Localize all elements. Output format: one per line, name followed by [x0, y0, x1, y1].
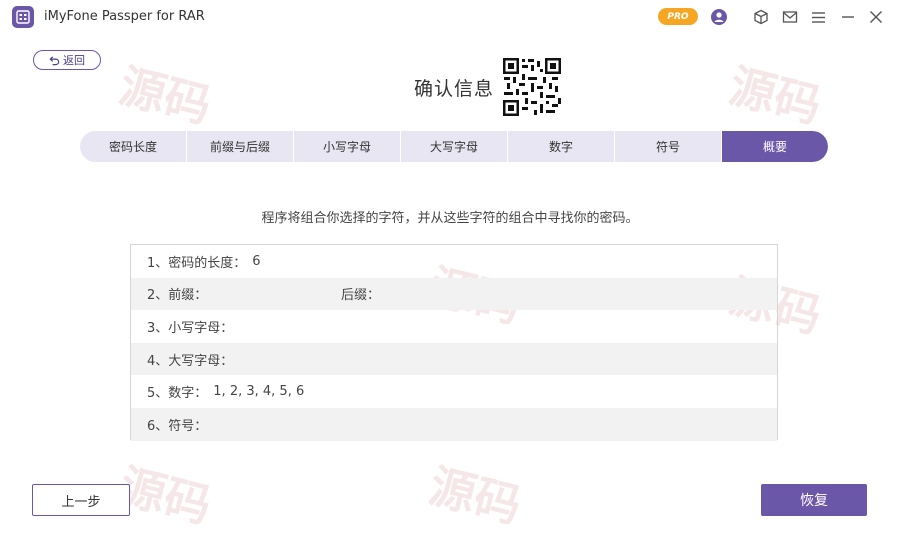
tab-password-length[interactable]: 密码长度 — [80, 131, 187, 162]
page-title: 确认信息 — [414, 78, 495, 100]
tab-label: 密码长度 — [108, 140, 157, 154]
tab-symbols[interactable]: 符号 — [615, 131, 722, 162]
mail-icon[interactable] — [780, 7, 800, 27]
watermark: 源码 — [724, 58, 827, 134]
summary-row-lowercase: 3、小写字母： — [131, 310, 777, 343]
summary-row-length: 1、密码的长度： 6 — [131, 245, 777, 278]
previous-step-label: 上一步 — [61, 494, 101, 510]
row-value: 6 — [252, 253, 261, 269]
row-label: 2、前缀： — [147, 288, 208, 304]
row-label: 5、数字： — [147, 386, 208, 402]
pro-badge[interactable]: PRO — [658, 8, 698, 25]
tab-label: 符号 — [655, 140, 680, 154]
previous-step-button[interactable]: 上一步 — [32, 484, 130, 516]
tab-label: 概要 — [762, 140, 787, 154]
suffix-label: 后缀： — [341, 288, 381, 304]
row-label: 4、大写字母： — [147, 353, 234, 369]
recover-label: 恢复 — [800, 493, 828, 509]
summary-row-symbols: 6、符号： — [131, 407, 777, 441]
recover-button[interactable]: 恢复 — [761, 484, 867, 516]
box-icon[interactable] — [751, 7, 771, 27]
watermark: 源码 — [424, 458, 527, 534]
qr-code — [502, 57, 562, 117]
back-arrow-icon — [49, 55, 60, 65]
tab-prefix-suffix[interactable]: 前缀与后缀 — [187, 131, 294, 162]
app-logo-icon — [12, 6, 34, 28]
summary-row-numbers: 5、数字： 1, 2, 3, 4, 5, 6 — [131, 375, 777, 408]
user-icon[interactable] — [709, 7, 729, 27]
tab-numbers[interactable]: 数字 — [508, 131, 615, 162]
tab-uppercase[interactable]: 大写字母 — [401, 131, 508, 162]
minimize-icon[interactable] — [838, 7, 858, 27]
app-title: iMyFone Passper for RAR — [44, 9, 205, 24]
tab-label: 小写字母 — [322, 140, 371, 154]
close-icon[interactable] — [866, 7, 886, 27]
tab-label: 数字 — [548, 140, 573, 154]
step-tabs: 密码长度 前缀与后缀 小写字母 大写字母 数字 符号 概要 — [80, 131, 828, 162]
watermark: 源码 — [114, 58, 217, 134]
row-value: 1, 2, 3, 4, 5, 6 — [213, 384, 305, 400]
summary-row-prefix-suffix: 2、前缀： 后缀： — [131, 277, 777, 311]
summary-list: 1、密码的长度： 6 2、前缀： 后缀： 3、小写字母： 4、大写字母： 5、数… — [130, 244, 778, 441]
summary-row-uppercase: 4、大写字母： — [131, 342, 777, 376]
row-label: 6、符号： — [147, 418, 208, 434]
tab-lowercase[interactable]: 小写字母 — [294, 131, 401, 162]
menu-icon[interactable] — [808, 7, 828, 27]
pro-badge-label: PRO — [667, 11, 689, 22]
back-button[interactable]: 返回 — [33, 50, 101, 70]
row-label: 3、小写字母： — [147, 320, 234, 336]
back-button-label: 返回 — [63, 54, 85, 67]
summary-description: 程序将组合你选择的字符，并从这些字符的组合中寻找你的密码。 — [261, 211, 639, 226]
title-bar: iMyFone Passper for RAR PRO — [0, 0, 900, 34]
tab-summary[interactable]: 概要 — [722, 131, 828, 162]
tab-label: 前缀与后缀 — [209, 140, 270, 154]
tab-label: 大写字母 — [429, 140, 478, 154]
row-label: 1、密码的长度： — [147, 255, 247, 271]
